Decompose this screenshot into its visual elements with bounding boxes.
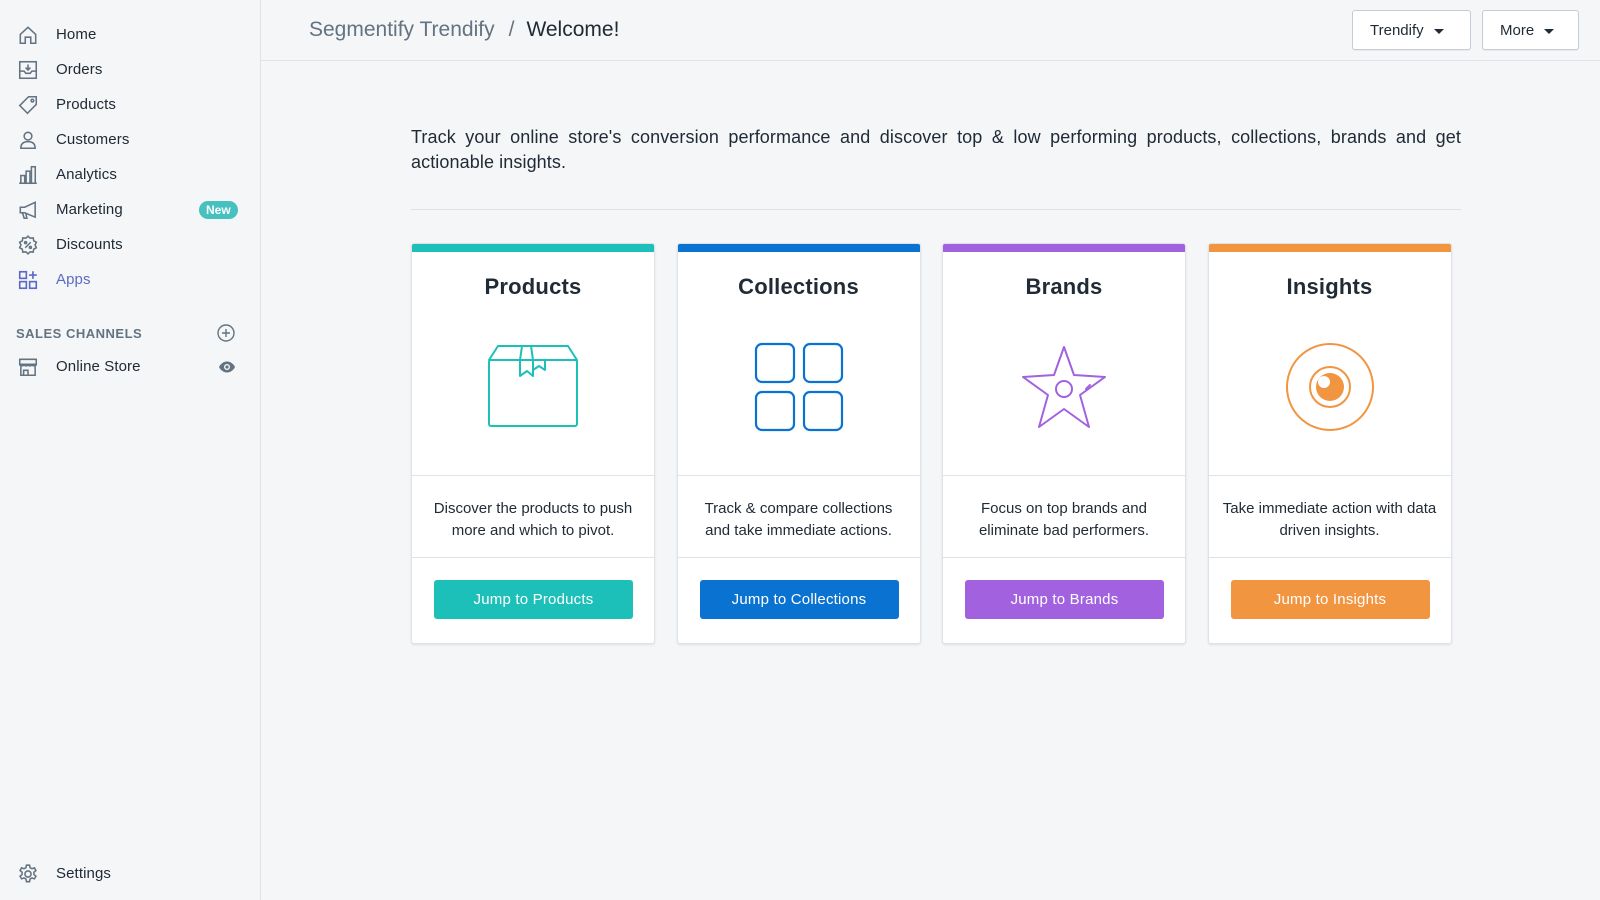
card-separator bbox=[412, 557, 654, 558]
page-title: Welcome! bbox=[526, 18, 620, 41]
card-separator bbox=[943, 475, 1185, 476]
sales-channels-label: SALES CHANNELS bbox=[16, 325, 143, 341]
sidebar-item-marketing[interactable]: Marketing New bbox=[0, 192, 260, 227]
sidebar-item-apps[interactable]: Apps bbox=[0, 262, 260, 297]
breadcrumb-separator: / bbox=[508, 18, 515, 41]
card-separator bbox=[1208, 475, 1451, 476]
gear-icon bbox=[16, 862, 40, 886]
card-description: Track & compare collections and take imm… bbox=[704, 500, 893, 539]
sidebar-item-customers[interactable]: Customers bbox=[0, 122, 260, 157]
trendify-dropdown-button[interactable]: Trendify bbox=[1352, 10, 1471, 50]
card-title: Insights bbox=[1286, 274, 1373, 299]
collections-card: Collections Track & compare collections … bbox=[676, 243, 921, 644]
sidebar-item-analytics[interactable]: Analytics bbox=[0, 157, 260, 192]
card-accent-bar bbox=[1208, 244, 1451, 252]
caret-down-icon bbox=[1433, 28, 1444, 34]
sidebar-item-label: Discounts bbox=[56, 236, 123, 253]
jump-to-products-button[interactable]: Jump to Products bbox=[434, 580, 633, 619]
card-title: Products bbox=[484, 274, 582, 299]
products-card: Products Discover the products to push m… bbox=[411, 243, 655, 644]
apps-icon bbox=[16, 268, 40, 292]
card-separator bbox=[677, 475, 920, 476]
card-title: Brands bbox=[1025, 274, 1103, 299]
store-icon bbox=[16, 355, 40, 379]
feature-cards: Products Discover the products to push m… bbox=[411, 243, 1452, 644]
box-icon bbox=[412, 340, 654, 434]
sidebar-item-label: Analytics bbox=[56, 166, 117, 183]
jump-to-collections-button[interactable]: Jump to Collections bbox=[699, 580, 899, 619]
megaphone-icon bbox=[16, 198, 40, 222]
sidebar-item-label: Orders bbox=[56, 61, 103, 78]
card-description: Discover the products to push more and w… bbox=[433, 500, 633, 539]
caret-down-icon bbox=[1544, 28, 1555, 34]
eye-icon bbox=[1209, 340, 1451, 434]
sidebar-nav: Home Orders Products Customers Analytics bbox=[0, 0, 260, 297]
grid-icon bbox=[678, 340, 920, 434]
header-actions: Trendify More bbox=[1352, 10, 1579, 50]
card-accent-bar bbox=[677, 244, 920, 252]
sidebar-item-label: Online Store bbox=[56, 358, 141, 375]
card-separator bbox=[943, 557, 1185, 558]
top-bar: Segmentify Trendify / Welcome! Trendify … bbox=[261, 0, 1600, 61]
jump-to-insights-button[interactable]: Jump to Insights bbox=[1230, 580, 1430, 619]
sidebar-item-label: Apps bbox=[56, 271, 91, 288]
card-description: Focus on top brands and eliminate bad pe… bbox=[978, 500, 1150, 539]
sidebar: Home Orders Products Customers Analytics bbox=[0, 0, 261, 900]
view-store-eye-icon[interactable] bbox=[217, 357, 237, 377]
card-accent-bar bbox=[943, 244, 1185, 252]
home-icon bbox=[16, 23, 40, 47]
sidebar-item-products[interactable]: Products bbox=[0, 87, 260, 122]
more-button-label: More bbox=[1500, 21, 1535, 39]
orders-icon bbox=[16, 58, 40, 82]
sidebar-item-label: Home bbox=[56, 26, 97, 43]
trendify-button-label: Trendify bbox=[1370, 21, 1424, 39]
tag-icon bbox=[16, 93, 40, 117]
card-separator bbox=[412, 475, 654, 476]
sales-channels-heading: SALES CHANNELS bbox=[0, 323, 260, 343]
new-badge: New bbox=[199, 201, 238, 219]
card-description: Take immediate action with data driven i… bbox=[1222, 500, 1437, 539]
sidebar-item-label: Settings bbox=[56, 865, 111, 882]
sidebar-item-label: Products bbox=[56, 96, 116, 113]
breadcrumb: Segmentify Trendify / Welcome! bbox=[309, 18, 619, 42]
insights-card: Insights Take immediate action with data… bbox=[1207, 243, 1452, 644]
intro-text: Track your online store's conversion per… bbox=[411, 127, 1461, 172]
star-icon bbox=[943, 340, 1185, 434]
analytics-icon bbox=[16, 163, 40, 187]
sidebar-item-label: Marketing bbox=[56, 201, 123, 218]
sidebar-item-discounts[interactable]: Discounts bbox=[0, 227, 260, 262]
sidebar-item-orders[interactable]: Orders bbox=[0, 52, 260, 87]
sidebar-item-settings[interactable]: Settings bbox=[0, 856, 260, 891]
card-accent-bar bbox=[412, 244, 654, 252]
sidebar-item-label: Customers bbox=[56, 131, 130, 148]
card-separator bbox=[1208, 557, 1451, 558]
jump-to-brands-button[interactable]: Jump to Brands bbox=[965, 580, 1164, 619]
more-dropdown-button[interactable]: More bbox=[1482, 10, 1579, 50]
main-content: Track your online store's conversion per… bbox=[261, 61, 1600, 900]
brands-card: Brands Focus on top brands and eliminate… bbox=[942, 243, 1186, 644]
add-channel-icon[interactable] bbox=[216, 323, 236, 343]
section-divider bbox=[411, 209, 1461, 210]
sidebar-item-online-store[interactable]: Online Store bbox=[0, 349, 260, 384]
breadcrumb-app-link[interactable]: Segmentify Trendify bbox=[309, 18, 495, 42]
sidebar-item-home[interactable]: Home bbox=[0, 17, 260, 52]
card-separator bbox=[677, 557, 920, 558]
customer-icon bbox=[16, 128, 40, 152]
card-title: Collections bbox=[738, 274, 859, 299]
discount-icon bbox=[16, 233, 40, 257]
